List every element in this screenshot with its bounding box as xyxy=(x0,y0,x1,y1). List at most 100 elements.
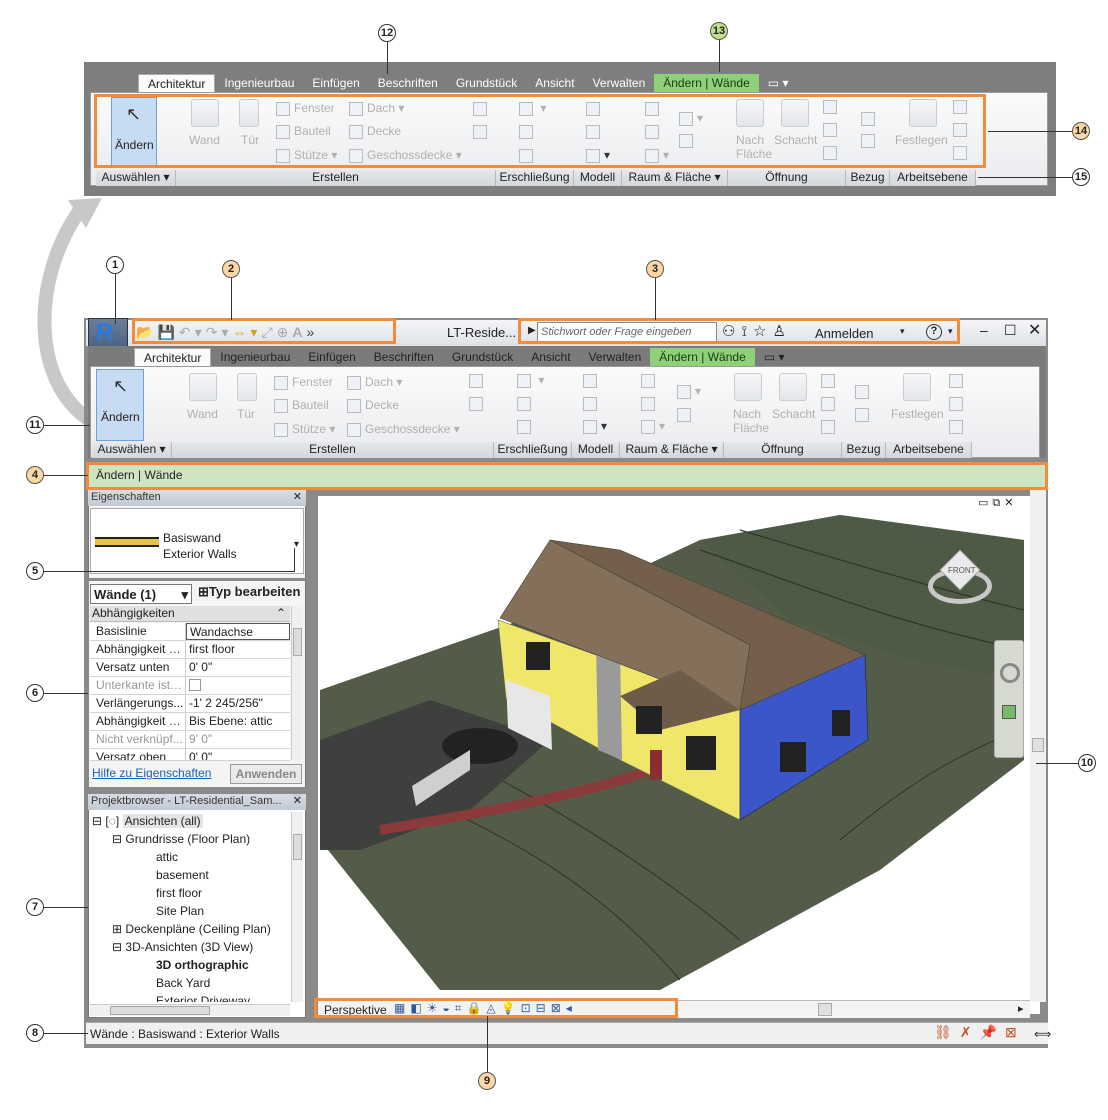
tab-ansicht[interactable]: Ansicht xyxy=(522,348,579,366)
shaft-button[interactable]: Schacht xyxy=(772,407,815,421)
tab-verwalten[interactable]: Verwalten xyxy=(580,348,651,366)
tab-ingenieurbau[interactable]: Ingenieurbau xyxy=(211,348,299,366)
scrollbar-thumb[interactable] xyxy=(293,834,302,860)
close-icon[interactable]: ✕ xyxy=(1004,497,1017,509)
curtain-grid-icon[interactable] xyxy=(469,396,487,411)
close-icon[interactable]: ✕ xyxy=(1028,320,1041,340)
collapse-icon[interactable]: ⊟ xyxy=(92,814,102,828)
browser-vscrollbar[interactable] xyxy=(291,812,303,1002)
panel-label: Bezug xyxy=(846,170,890,186)
door-button[interactable]: Tür xyxy=(237,407,255,421)
column-button[interactable]: Stütze ▾ xyxy=(274,422,335,437)
tree-item[interactable]: Back Yard xyxy=(156,976,210,990)
select-links-icon[interactable]: ⛓ xyxy=(934,1024,960,1040)
select-underlay-icon[interactable]: ✗ xyxy=(960,1024,980,1040)
select-pinned-icon[interactable]: 📌 xyxy=(980,1024,1005,1040)
3d-model-view[interactable] xyxy=(320,510,1024,990)
view-hscroll-thumb[interactable] xyxy=(818,1003,832,1016)
scrollbar-thumb[interactable] xyxy=(1032,738,1044,752)
room-separator-icon[interactable] xyxy=(641,396,659,411)
expand-icon[interactable]: ⊞ xyxy=(112,922,122,936)
roof-button[interactable]: Dach ▾ xyxy=(347,375,402,390)
tab-grundstueck[interactable]: Grundstück xyxy=(447,74,526,92)
tab-beschriften[interactable]: Beschriften xyxy=(365,348,443,366)
ribbon-minimize-icon[interactable]: ▭ ▾ xyxy=(755,348,794,366)
leader-line xyxy=(44,693,88,694)
panel-label[interactable]: Raum & Fläche ▾ xyxy=(620,442,724,458)
steering-wheel-icon[interactable] xyxy=(1000,663,1020,683)
type-selector[interactable]: Basiswand Exterior Walls ▾ xyxy=(90,508,304,574)
railing-icon[interactable]: ▾ xyxy=(517,373,544,388)
maximize-icon[interactable]: ☐ xyxy=(1004,322,1017,339)
component-label: Bauteil xyxy=(292,398,329,412)
tab-verwalten[interactable]: Verwalten xyxy=(584,74,655,92)
tree-item[interactable]: ⊞ Deckenpläne (Ceiling Plan) xyxy=(112,922,271,936)
collapse-icon[interactable]: ⊟ xyxy=(112,940,122,954)
tab-einfuegen[interactable]: Einfügen xyxy=(299,348,364,366)
viewer-icon[interactable] xyxy=(949,419,967,434)
panel-label[interactable]: Raum & Fläche ▾ xyxy=(622,170,728,186)
set-workplane-button[interactable]: Festlegen xyxy=(891,407,944,421)
vertical-opening-icon[interactable] xyxy=(821,396,839,411)
tree-item[interactable]: attic xyxy=(156,850,178,864)
grid-icon[interactable] xyxy=(855,407,873,422)
tab-architektur[interactable]: Architektur xyxy=(134,348,212,366)
model-group-icon[interactable]: ▾ xyxy=(583,419,607,434)
tree-item[interactable]: ⊟ Grundrisse (Floor Plan) xyxy=(112,832,250,846)
ribbon-minimize-icon[interactable]: ▭ ▾ xyxy=(759,74,798,92)
tab-einfuegen[interactable]: Einfügen xyxy=(303,74,368,92)
tab-ansicht[interactable]: Ansicht xyxy=(526,74,583,92)
minimize-icon[interactable]: ▭ xyxy=(978,497,992,509)
close-icon[interactable]: ✕ xyxy=(292,794,302,807)
tab-aendern-waende[interactable]: Ändern | Wände xyxy=(650,348,755,366)
ramp-icon[interactable] xyxy=(517,396,535,411)
tree-item[interactable]: basement xyxy=(156,868,209,882)
tab-beschriften[interactable]: Beschriften xyxy=(369,74,447,92)
curtain-system-icon[interactable] xyxy=(469,373,487,388)
level-icon[interactable] xyxy=(855,384,873,399)
tree-item[interactable]: Exterior Driveway xyxy=(156,994,250,1002)
tab-architektur[interactable]: Architektur xyxy=(138,74,216,92)
model-text-icon[interactable] xyxy=(583,373,601,388)
tree-item[interactable]: ⊟ 3D-Ansichten (3D View) xyxy=(112,940,253,954)
collapse-icon[interactable]: ⊟ xyxy=(112,832,122,846)
restore-icon[interactable]: ⧉ xyxy=(992,497,1004,509)
scrollbar-thumb[interactable] xyxy=(110,1006,210,1015)
room-tag-icon[interactable]: ▾ xyxy=(641,419,665,434)
select-by-face-icon[interactable]: ⊠ xyxy=(1005,1024,1025,1040)
model-line-icon[interactable] xyxy=(583,396,601,411)
modify-tool[interactable]: ↖ Ändern xyxy=(96,369,144,441)
area-icon[interactable]: ▾ xyxy=(677,384,701,399)
tab-grundstueck[interactable]: Grundstück xyxy=(443,348,522,366)
viewcube[interactable]: FRONT xyxy=(928,549,992,604)
tree-item[interactable]: Site Plan xyxy=(156,904,204,918)
by-face-button[interactable]: Nach Fläche xyxy=(733,407,769,435)
stair-icon[interactable] xyxy=(517,419,535,434)
tab-aendern-waende[interactable]: Ändern | Wände xyxy=(654,74,759,92)
status-text: Wände : Basiswand : Exterior Walls xyxy=(90,1027,280,1041)
close-icon[interactable]: ✕ xyxy=(293,490,302,503)
component-button[interactable]: Bauteil xyxy=(274,398,329,413)
zoom-icon[interactable] xyxy=(1002,705,1016,719)
show-workplane-icon[interactable] xyxy=(949,373,967,388)
dormer-icon[interactable] xyxy=(821,419,839,434)
view-vscrollbar[interactable] xyxy=(1030,490,1046,1002)
tree-item[interactable]: 3D orthographic xyxy=(156,958,249,972)
wall-opening-icon[interactable] xyxy=(821,373,839,388)
area-boundary-icon[interactable] xyxy=(677,407,695,422)
window-button[interactable]: Fenster xyxy=(274,375,333,390)
tree-item[interactable]: first floor xyxy=(156,886,202,900)
room-icon[interactable] xyxy=(641,373,659,388)
browser-hscrollbar[interactable] xyxy=(90,1004,290,1016)
ref-plane-icon[interactable] xyxy=(949,396,967,411)
wall-button[interactable]: Wand xyxy=(187,407,218,421)
panel-label[interactable]: Auswählen ▾ xyxy=(92,442,172,458)
ceiling-button[interactable]: Decke xyxy=(347,398,399,413)
panel-label[interactable]: Auswählen ▾ xyxy=(96,170,176,186)
resize-grip-icon[interactable]: ⟺ xyxy=(1034,1027,1051,1041)
tree-item[interactable]: ⊟ [◌] Ansichten (all) xyxy=(92,814,203,828)
floor-button[interactable]: Geschossdecke ▾ xyxy=(347,422,460,437)
minimize-icon[interactable]: – xyxy=(980,322,988,338)
tab-ingenieurbau[interactable]: Ingenieurbau xyxy=(215,74,303,92)
scroll-right-icon[interactable]: ▸ xyxy=(1018,1002,1024,1015)
